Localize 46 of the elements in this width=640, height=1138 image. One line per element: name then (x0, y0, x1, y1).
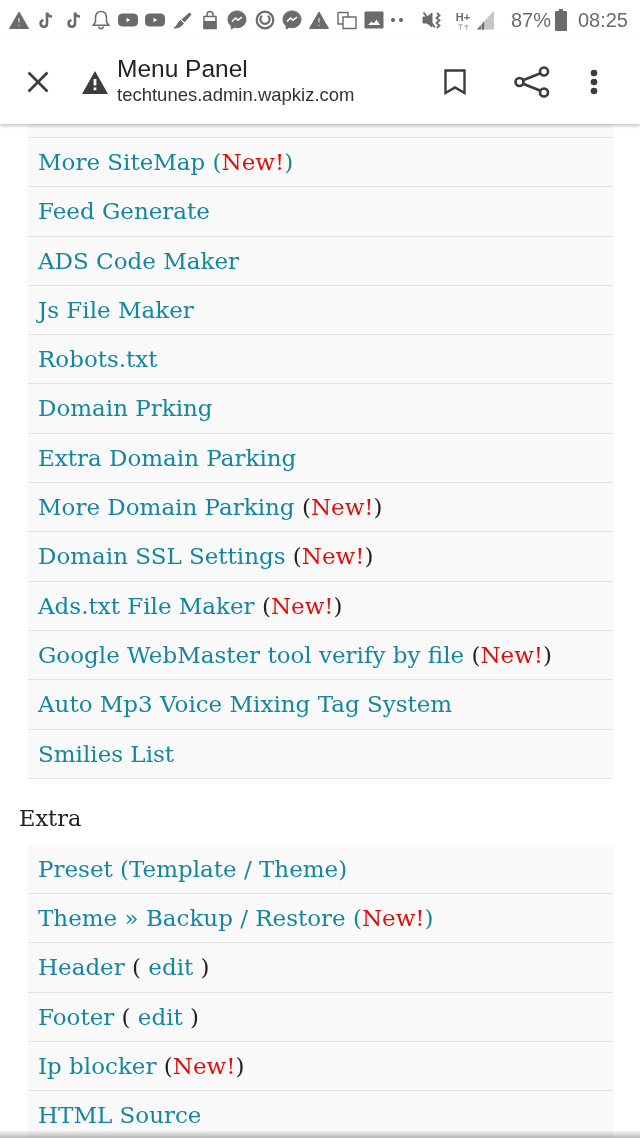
menu-item[interactable]: Ip blocker (New!) (28, 1042, 613, 1092)
menu-item[interactable]: Theme » Backup / Restore (New!) (28, 894, 613, 944)
menu-item[interactable]: Google WebMaster tool verify by file (New!) (28, 630, 613, 681)
data-arrows-icon (456, 23, 469, 30)
warning-icon (309, 10, 330, 30)
image-icon (363, 10, 384, 30)
warning-icon (9, 10, 29, 30)
menu-item[interactable]: Domain Prking (28, 384, 613, 434)
menu-item[interactable]: Preset (Template / Theme) (28, 844, 613, 895)
menu-item[interactable]: Ads.txt File Maker (New!) (28, 581, 613, 631)
play-button-icon (118, 10, 139, 30)
page-url: techtunes.admin.wapkiz.com (117, 84, 355, 106)
battery-percent-text: 87% (510, 8, 551, 32)
menu-item[interactable]: ADS Code Maker (28, 236, 613, 286)
menu-item[interactable]: Domain SSL Settings (New!) (28, 532, 613, 582)
section-heading: Extra (19, 803, 83, 833)
menu-item[interactable]: More SiteMap (New!) (28, 138, 613, 188)
copy-icon (336, 10, 357, 30)
brush-icon (172, 10, 193, 30)
mute-vibrate-icon (421, 10, 442, 30)
play-button-icon (145, 10, 166, 30)
dots-icon (391, 18, 404, 22)
share-icon[interactable] (513, 66, 551, 98)
ring-icon (254, 10, 275, 30)
bell-icon (90, 10, 111, 30)
page-title: Menu Panel (117, 55, 249, 83)
warning-icon[interactable] (82, 70, 108, 94)
bookmark-icon[interactable] (444, 69, 466, 95)
chat-bubble-icon (227, 10, 248, 30)
menu-item[interactable]: Smilies List (28, 729, 613, 779)
menu-item[interactable]: Feed Generate (28, 187, 613, 237)
clock-text: 08:25 (577, 8, 628, 32)
menu-item[interactable]: Robots.txt (28, 335, 613, 385)
menu-item[interactable]: Extra Domain Parking (28, 433, 613, 484)
menu-item[interactable]: Auto Mp3 Voice Mixing Tag System (28, 680, 613, 730)
menu-item[interactable]: HTML Source (28, 1091, 613, 1138)
battery-icon (554, 9, 567, 31)
more-options-icon[interactable] (590, 69, 598, 95)
menu-item[interactable]: Footer ( edit ) (28, 992, 613, 1043)
chat-bubble-icon (281, 10, 302, 30)
menu-item[interactable]: Js File Maker (28, 285, 613, 336)
menu-item[interactable]: More Domain Parking (New!) (28, 483, 613, 533)
network-type-text: H+ (455, 10, 471, 23)
menu-item[interactable]: Header ( edit ) (28, 943, 613, 993)
close-icon[interactable] (27, 71, 49, 93)
signal-icon (476, 10, 494, 30)
